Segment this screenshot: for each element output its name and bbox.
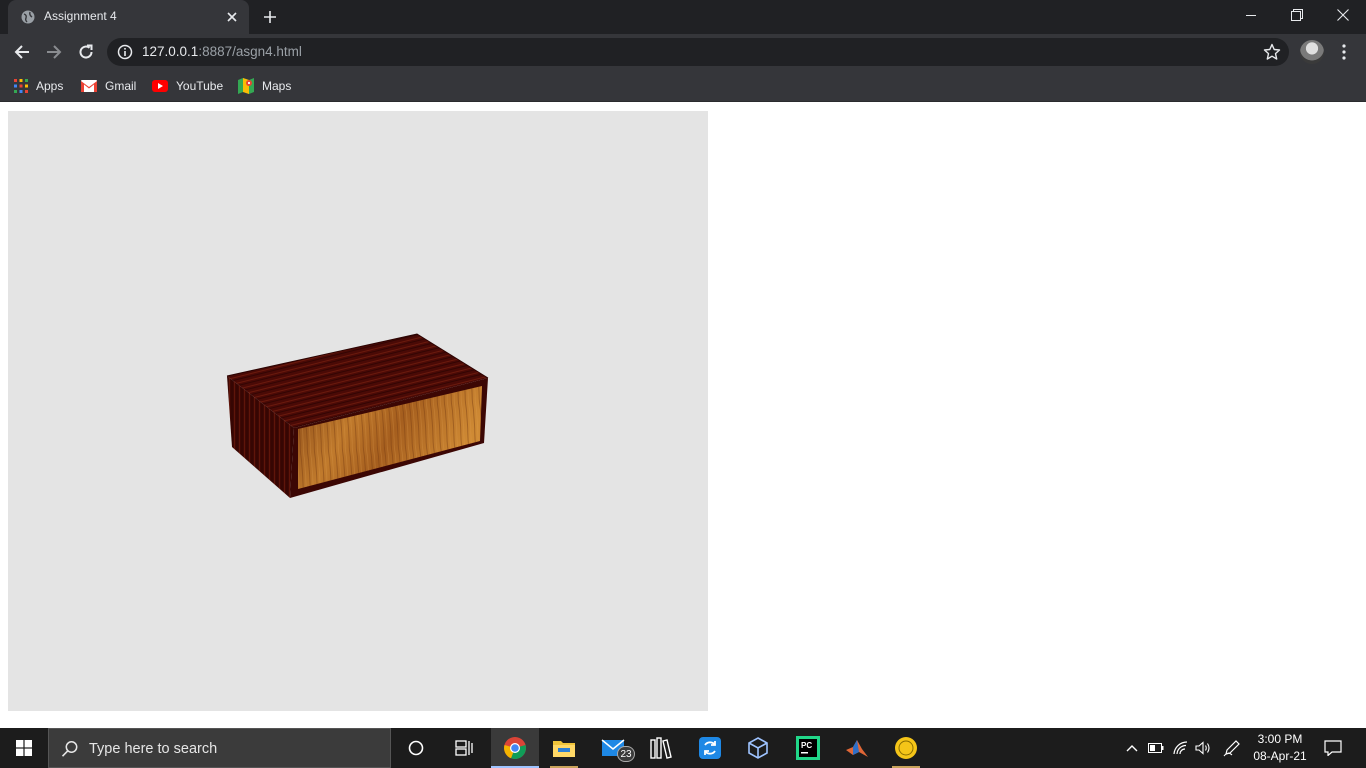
volume-button[interactable] bbox=[1193, 728, 1213, 768]
reload-button[interactable] bbox=[72, 38, 100, 66]
taskbar-search-box[interactable]: Type here to search bbox=[48, 728, 391, 768]
close-icon bbox=[1337, 9, 1349, 21]
plus-icon bbox=[264, 11, 276, 23]
battery-button[interactable] bbox=[1146, 728, 1166, 768]
search-placeholder: Type here to search bbox=[89, 741, 218, 757]
action-center-button[interactable] bbox=[1318, 728, 1348, 768]
tab-strip: Assignment 4 bbox=[0, 0, 1366, 34]
task-view-icon bbox=[455, 740, 473, 756]
taskbar-sync-app[interactable] bbox=[686, 728, 734, 768]
volume-icon bbox=[1195, 741, 1210, 755]
restore-button[interactable] bbox=[1274, 0, 1320, 30]
arrow-left-icon bbox=[14, 45, 29, 59]
cortana-icon bbox=[408, 740, 424, 756]
restore-icon bbox=[1291, 9, 1303, 21]
show-hidden-icons-button[interactable] bbox=[1122, 728, 1142, 768]
wifi-icon bbox=[1173, 741, 1188, 755]
tab-assignment-4[interactable]: Assignment 4 bbox=[8, 0, 249, 34]
more-vert-icon bbox=[1342, 44, 1346, 60]
battery-icon bbox=[1148, 743, 1164, 753]
taskbar-library[interactable] bbox=[637, 728, 685, 768]
matlab-icon bbox=[846, 740, 868, 757]
bookmark-label: YouTube bbox=[176, 79, 224, 93]
url-text[interactable]: 127.0.0.1:8887/asgn4.html bbox=[142, 44, 302, 59]
apps-grid-icon bbox=[14, 79, 28, 93]
virtualbox-icon bbox=[748, 737, 768, 759]
mail-unread-badge: 23 bbox=[617, 746, 635, 762]
taskbar-clock[interactable]: 3:00 PM 08-Apr-21 bbox=[1248, 731, 1312, 765]
back-button[interactable] bbox=[8, 38, 36, 66]
taskbar-file-explorer[interactable] bbox=[540, 728, 588, 768]
info-icon[interactable] bbox=[117, 44, 133, 60]
task-view-button[interactable] bbox=[440, 728, 488, 768]
taskbar-matlab[interactable] bbox=[833, 728, 881, 768]
address-bar[interactable]: 127.0.0.1:8887/asgn4.html bbox=[107, 38, 1289, 66]
chevron-up-icon bbox=[1126, 745, 1138, 752]
webgl-canvas[interactable] bbox=[8, 111, 708, 711]
windows-logo-icon bbox=[16, 740, 32, 756]
profile-avatar[interactable] bbox=[1300, 40, 1324, 64]
new-tab-button[interactable] bbox=[258, 6, 282, 28]
pen-workspace-button[interactable] bbox=[1221, 728, 1243, 768]
maps-icon bbox=[238, 78, 254, 94]
close-icon bbox=[227, 12, 237, 22]
bookmark-label: Maps bbox=[262, 79, 292, 93]
library-icon bbox=[650, 737, 672, 759]
search-icon bbox=[61, 741, 78, 757]
bookmarks-bar: Apps Gmail YouTube Maps bbox=[0, 70, 1366, 102]
clock-time: 3:00 PM bbox=[1257, 732, 1303, 746]
start-button[interactable] bbox=[0, 728, 48, 768]
svg-text:PC: PC bbox=[801, 741, 812, 750]
forward-button[interactable] bbox=[40, 38, 68, 66]
close-window-button[interactable] bbox=[1320, 0, 1366, 30]
youtube-icon bbox=[152, 80, 168, 92]
browser-toolbar: 127.0.0.1:8887/asgn4.html bbox=[0, 34, 1366, 70]
reload-icon bbox=[79, 44, 93, 59]
wooden-box bbox=[226, 333, 489, 498]
network-button[interactable] bbox=[1171, 728, 1191, 768]
cortana-button[interactable] bbox=[392, 728, 440, 768]
pen-icon bbox=[1223, 740, 1240, 757]
browser-menu-button[interactable] bbox=[1334, 40, 1354, 64]
app-icon bbox=[895, 737, 917, 759]
bookmark-gmail[interactable]: Gmail bbox=[81, 76, 136, 96]
taskbar-virtualbox[interactable] bbox=[734, 728, 782, 768]
url-host: 127.0.0.1 bbox=[142, 44, 199, 59]
taskbar-pycharm[interactable]: PC bbox=[784, 728, 832, 768]
file-explorer-icon bbox=[553, 741, 575, 757]
close-tab-button[interactable] bbox=[222, 7, 242, 27]
taskbar-chrome[interactable] bbox=[491, 728, 539, 768]
minimize-icon bbox=[1245, 14, 1256, 16]
bookmark-apps[interactable]: Apps bbox=[14, 76, 63, 96]
gmail-icon bbox=[81, 80, 97, 92]
bookmark-label: Gmail bbox=[105, 79, 137, 93]
url-path: :8887/asgn4.html bbox=[198, 44, 302, 59]
windows-taskbar: Type here to search PC 3:00 PM 08-Apr-21 bbox=[0, 728, 1366, 768]
bookmark-label: Apps bbox=[36, 79, 64, 93]
minimize-button[interactable] bbox=[1228, 0, 1274, 30]
notification-icon bbox=[1324, 740, 1342, 756]
bookmark-star-icon[interactable] bbox=[1263, 43, 1281, 61]
arrow-right-icon bbox=[47, 45, 62, 59]
globe-icon bbox=[21, 10, 35, 24]
taskbar-app[interactable] bbox=[882, 728, 930, 768]
pycharm-icon: PC bbox=[796, 736, 820, 760]
tab-title: Assignment 4 bbox=[44, 9, 117, 23]
bookmark-youtube[interactable]: YouTube bbox=[152, 76, 223, 96]
clock-date: 08-Apr-21 bbox=[1253, 749, 1307, 763]
chrome-icon bbox=[504, 737, 526, 760]
sync-icon bbox=[699, 737, 721, 759]
bookmark-maps[interactable]: Maps bbox=[238, 76, 291, 96]
